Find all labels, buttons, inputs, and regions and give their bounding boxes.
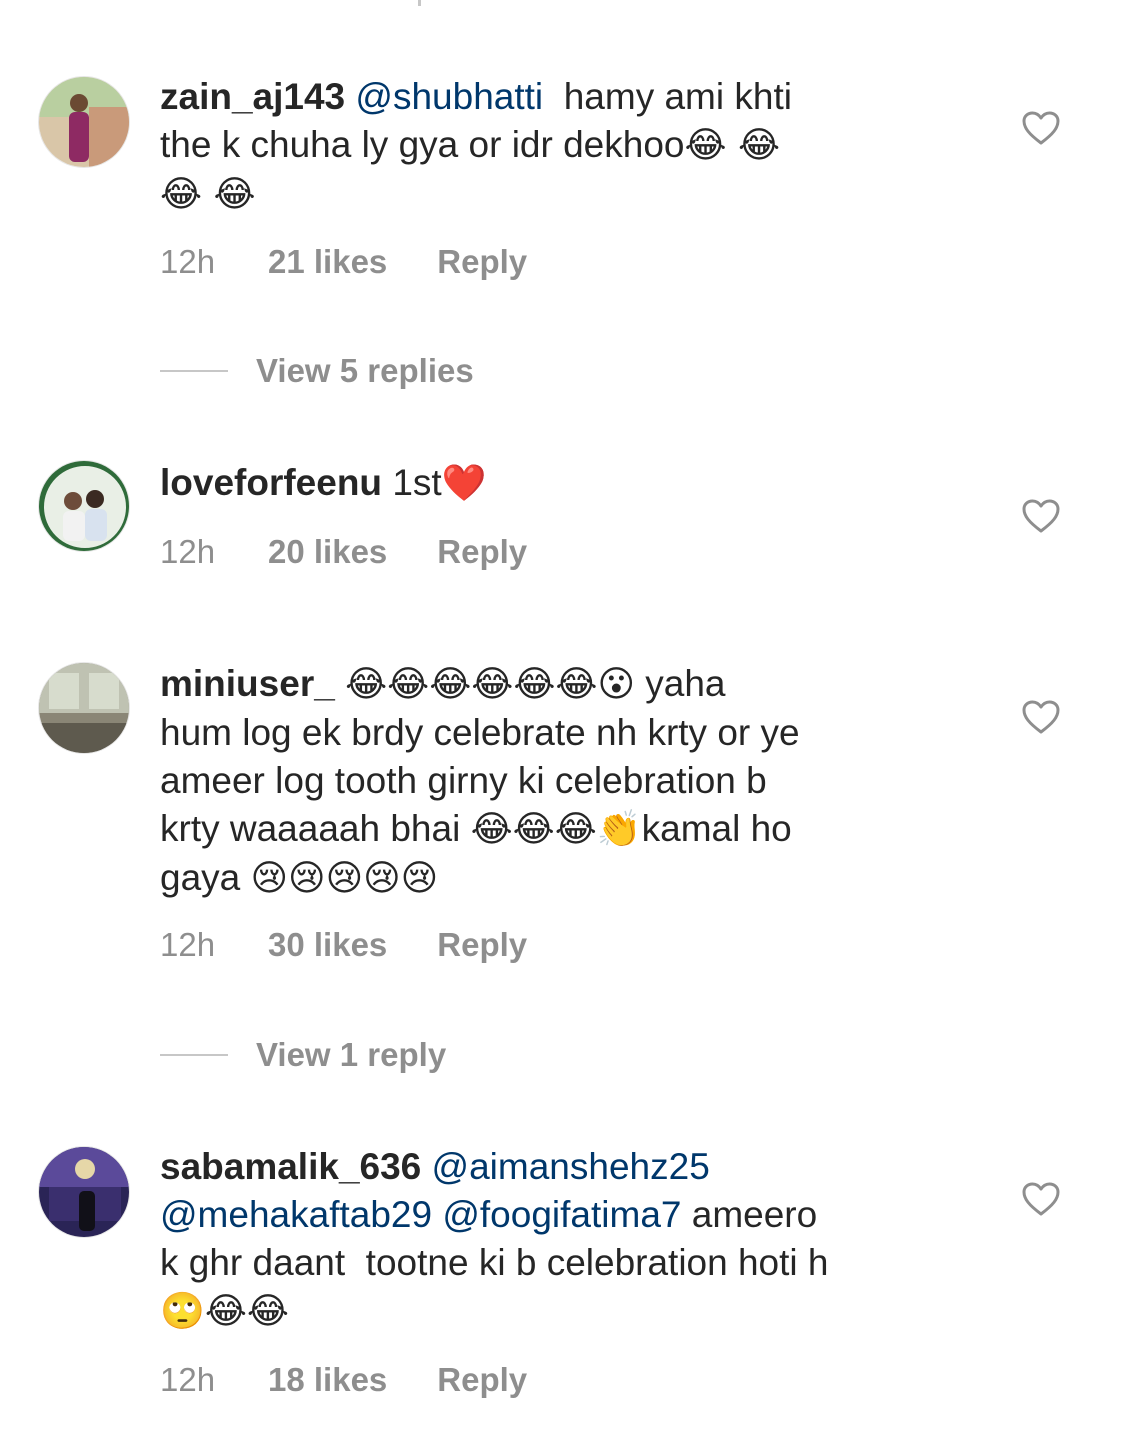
reply-button[interactable]: Reply <box>437 242 527 282</box>
avatar-image <box>39 663 129 753</box>
comment-text: loveforfeenu 1st❤️ <box>160 459 960 508</box>
heart-outline-icon[interactable] <box>1021 110 1061 146</box>
comment-line: loveforfeenu 1st❤️ <box>160 459 960 508</box>
avatar[interactable] <box>38 460 130 552</box>
avatar[interactable] <box>38 1146 130 1238</box>
comment-body: the k chuha ly gya or idr dekhoo <box>160 124 685 165</box>
comment-timestamp: 12h <box>160 1361 216 1398</box>
reply-button[interactable]: Reply <box>437 1360 527 1400</box>
comment-body: 1st <box>392 462 442 503</box>
comment-line: miniuser_ 😂😂😂😂😂😂😮 yaha <box>160 660 960 709</box>
emoji-text: 😢😢😢😢😢 <box>250 858 439 899</box>
emoji-text: 😂 😂 <box>684 125 781 166</box>
likes-count[interactable]: 18 likes <box>268 1360 387 1400</box>
view-replies-button[interactable]: View 1 reply <box>160 1035 446 1075</box>
comment-line: sabamalik_636 @aimanshehz25 <box>160 1143 960 1191</box>
comment-text: miniuser_ 😂😂😂😂😂😂😮 yaha hum log ek brdy c… <box>160 660 960 903</box>
comment-username[interactable]: sabamalik_636 <box>160 1146 421 1187</box>
comment-line: hum log ek brdy celebrate nh krty or ye <box>160 709 960 757</box>
comment-body: hum log ek brdy celebrate nh krty or ye <box>160 712 800 753</box>
comment-body: hamy ami khti <box>543 76 792 117</box>
avatar-image <box>39 461 129 551</box>
comment-body: gaya <box>160 857 251 898</box>
likes-count[interactable]: 21 likes <box>268 242 387 282</box>
replies-divider <box>160 1054 228 1056</box>
avatar-image <box>39 77 129 167</box>
mention-link[interactable]: @mehakaftab29 @foogifatima7 <box>160 1194 681 1235</box>
emoji-text: 😂😂😂👏 <box>470 809 642 850</box>
comment-line: 🙄😂😂 <box>160 1287 960 1336</box>
avatar[interactable] <box>38 662 130 754</box>
comment-timestamp: 12h <box>160 926 216 963</box>
comment-timestamp: 12h <box>160 533 216 570</box>
comment-username[interactable]: zain_aj143 <box>160 76 345 117</box>
comment-line: k ghr daant tootne ki b celebration hoti… <box>160 1239 960 1287</box>
comment-line: @mehakaftab29 @foogifatima7 ameero <box>160 1191 960 1239</box>
emoji-text: 😂😂😂😂😂😂😮 <box>345 664 635 705</box>
likes-count[interactable]: 20 likes <box>268 532 387 572</box>
comment-username[interactable]: loveforfeenu <box>160 462 382 503</box>
heart-outline-icon[interactable] <box>1021 699 1061 735</box>
view-replies-label: View 5 replies <box>256 352 474 389</box>
mention-link[interactable]: @shubhatti <box>355 76 543 117</box>
reply-button[interactable]: Reply <box>437 532 527 572</box>
comment-line: ameer log tooth girny ki celebration b <box>160 757 960 805</box>
comment-body: kamal ho <box>641 808 792 849</box>
comment-meta: 12h 20 likes Reply <box>160 532 527 572</box>
comment-body: ameero <box>681 1194 818 1235</box>
avatar-image <box>39 1147 129 1237</box>
emoji-text: 🙄😂😂 <box>160 1291 289 1332</box>
likes-count[interactable]: 30 likes <box>268 925 387 965</box>
comment-meta: 12h 21 likes Reply <box>160 242 527 282</box>
view-replies-label: View 1 reply <box>256 1036 447 1073</box>
comment-body: k ghr daant tootne ki b celebration hoti… <box>160 1242 829 1283</box>
view-replies-button[interactable]: View 5 replies <box>160 351 474 391</box>
heart-outline-icon[interactable] <box>1021 1181 1061 1217</box>
comment-username[interactable]: miniuser_ <box>160 663 335 704</box>
comment-line: 😂 😂 <box>160 170 960 219</box>
mention-link[interactable]: @aimanshehz25 <box>432 1146 710 1187</box>
comment-body: yaha <box>635 663 726 704</box>
comment-timestamp: 12h <box>160 243 216 280</box>
comment-body: krty waaaaah bhai <box>160 808 471 849</box>
scroll-edge-marker <box>418 0 421 6</box>
comment-text: sabamalik_636 @aimanshehz25 @mehakaftab2… <box>160 1143 960 1336</box>
comment-meta: 12h 30 likes Reply <box>160 925 527 965</box>
comment-text: zain_aj143 @shubhatti hamy ami khti the … <box>160 73 960 219</box>
replies-divider <box>160 370 228 372</box>
comment-line: gaya 😢😢😢😢😢 <box>160 854 960 903</box>
emoji-text: ❤️ <box>441 463 487 504</box>
comment-line: krty waaaaah bhai 😂😂😂👏kamal ho <box>160 805 960 854</box>
comment-line: zain_aj143 @shubhatti hamy ami khti <box>160 73 960 121</box>
emoji-text: 😂 😂 <box>160 174 256 215</box>
reply-button[interactable]: Reply <box>437 925 527 965</box>
comment-body: ameer log tooth girny ki celebration b <box>160 760 767 801</box>
comment-meta: 12h 18 likes Reply <box>160 1360 527 1400</box>
heart-outline-icon[interactable] <box>1021 498 1061 534</box>
comment-line: the k chuha ly gya or idr dekhoo😂 😂 <box>160 121 960 170</box>
avatar[interactable] <box>38 76 130 168</box>
